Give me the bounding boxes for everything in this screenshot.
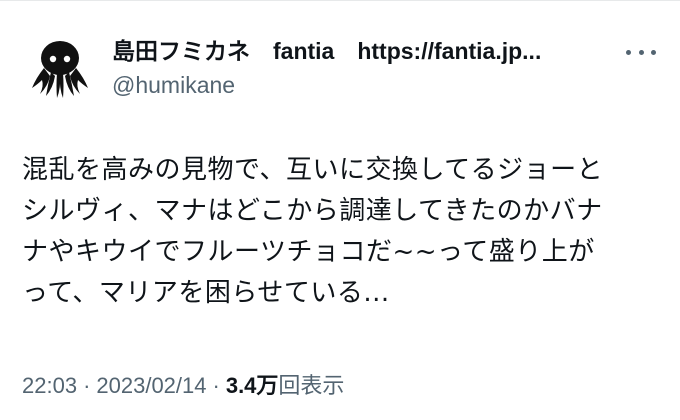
tweet-date[interactable]: 2023/02/14 [96, 373, 206, 398]
tweet-text-line: 混乱を高みの見物で、互いに交換してるジョーと [22, 155, 604, 185]
top-divider [0, 0, 680, 1]
tweet-text-line: シルヴィ、マナはどこから調達してきたのかバナ [22, 196, 603, 226]
tweet-card: 島田フミカネ fantia https://fantia.jp... @humi… [0, 0, 680, 420]
views-count[interactable]: 3.4万 [226, 373, 279, 398]
more-dot [638, 49, 644, 55]
tweet-text-line: ナやキウイでフルーツチョコだ~~って盛り上が [22, 237, 595, 267]
more-dot [651, 49, 656, 55]
tweet-text-line: って、マリアを困らせている... [22, 278, 390, 308]
author-avatar[interactable] [24, 30, 96, 102]
meta-separator: · [212, 373, 220, 398]
meta-separator: · [83, 373, 91, 398]
author-handle[interactable]: @humikane [112, 70, 612, 100]
octopus-avatar-icon [24, 30, 96, 102]
author-display-name[interactable]: 島田フミカネ fantia https://fantia.jp... [112, 36, 612, 66]
more-dot [626, 49, 631, 55]
views-label: 回表示 [278, 373, 345, 398]
more-options-icon[interactable] [626, 42, 656, 62]
tweet-header: 島田フミカネ fantia https://fantia.jp... @humi… [112, 36, 612, 100]
tweet-meta: 22:03 · 2023/02/14 · 3.4万回表示 [22, 372, 344, 400]
tweet-text: 混乱を高みの見物で、互いに交換してるジョーと シルヴィ、マナはどこから調達してき… [22, 150, 662, 314]
tweet-time[interactable]: 22:03 [22, 373, 77, 398]
